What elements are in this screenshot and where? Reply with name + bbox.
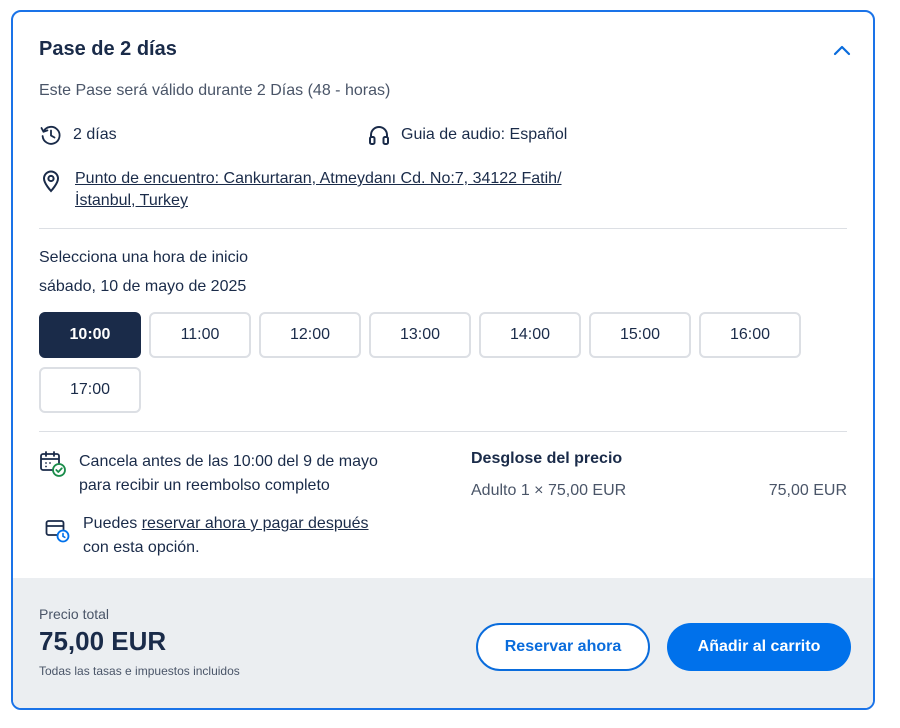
reserve-later-prefix: Puedes <box>83 515 142 532</box>
price-breakdown-row: Adulto 1 × 75,00 EUR 75,00 EUR <box>471 482 847 500</box>
divider <box>39 228 847 229</box>
audio-guide-info: Guia de audio: Español <box>367 123 567 147</box>
reserve-later-link[interactable]: reservar ahora y pagar después <box>142 515 369 532</box>
time-slot-1700[interactable]: 17:00 <box>39 367 141 413</box>
reserve-later-text: Puedes reservar ahora y pagar después co… <box>83 512 369 560</box>
price-footer: Precio total 75,00 EUR Todas las tasas e… <box>13 578 873 708</box>
chevron-up-icon[interactable] <box>831 40 853 62</box>
add-to-cart-button[interactable]: Añadir al carrito <box>667 623 851 671</box>
reserve-now-button[interactable]: Reservar ahora <box>476 623 650 671</box>
taxes-note: Todas las tasas e impuestos incluidos <box>39 664 240 678</box>
pass-title: Pase de 2 días <box>39 38 177 60</box>
time-slot-1500[interactable]: 15:00 <box>589 312 691 358</box>
reserve-later-suffix: con esta opción. <box>83 539 200 556</box>
cancellation-line2: para recibir un reembolso completo <box>79 477 330 494</box>
reserve-later-info: Puedes reservar ahora y pagar después co… <box>45 512 369 560</box>
audio-guide-label: Guia de audio: Español <box>401 126 568 143</box>
meeting-point: Punto de encuentro: Cankurtaran, Atmeyda… <box>39 168 615 212</box>
price-item-label: Adulto 1 × 75,00 EUR <box>471 482 627 499</box>
pass-validity: Este Pase será válido durante 2 Días (48… <box>39 82 391 99</box>
time-slot-1200[interactable]: 12:00 <box>259 312 361 358</box>
card-clock-icon <box>45 520 70 543</box>
time-slot-1600[interactable]: 16:00 <box>699 312 801 358</box>
start-time-heading: Selecciona una hora de inicio <box>39 249 249 266</box>
time-slot-1100[interactable]: 11:00 <box>149 312 251 358</box>
clock-history-icon <box>40 125 61 145</box>
duration-info: 2 días <box>39 123 117 147</box>
meeting-point-link[interactable]: Punto de encuentro: Cankurtaran, Atmeyda… <box>75 168 615 212</box>
meeting-point-line1: Punto de encuentro: Cankurtaran, Atmeyda… <box>75 170 562 187</box>
calendar-check-icon <box>40 451 66 477</box>
price-breakdown-title: Desglose del precio <box>471 450 623 467</box>
cancellation-line1: Cancela antes de las 10:00 del 9 de mayo <box>79 453 378 470</box>
meeting-point-line2: İstanbul, Turkey <box>75 192 188 209</box>
duration-label: 2 días <box>73 126 117 143</box>
pass-card: Pase de 2 días Este Pase será válido dur… <box>11 10 875 710</box>
time-slot-1400[interactable]: 14:00 <box>479 312 581 358</box>
time-slot-1300[interactable]: 13:00 <box>369 312 471 358</box>
headphones-icon <box>369 126 389 145</box>
time-slot-1000[interactable]: 10:00 <box>39 312 141 358</box>
map-pin-icon <box>42 170 60 193</box>
price-item-amount: 75,00 EUR <box>768 482 847 499</box>
time-slot-list: 10:00 11:00 12:00 13:00 14:00 15:00 16:0… <box>39 312 829 413</box>
divider <box>39 431 847 432</box>
cancellation-policy: Cancela antes de las 10:00 del 9 de mayo… <box>39 450 378 498</box>
total-price-value: 75,00 EUR <box>39 626 167 656</box>
selected-date: sábado, 10 de mayo de 2025 <box>39 278 247 295</box>
cancellation-text: Cancela antes de las 10:00 del 9 de mayo… <box>79 450 378 498</box>
total-price-label: Precio total <box>39 606 110 622</box>
